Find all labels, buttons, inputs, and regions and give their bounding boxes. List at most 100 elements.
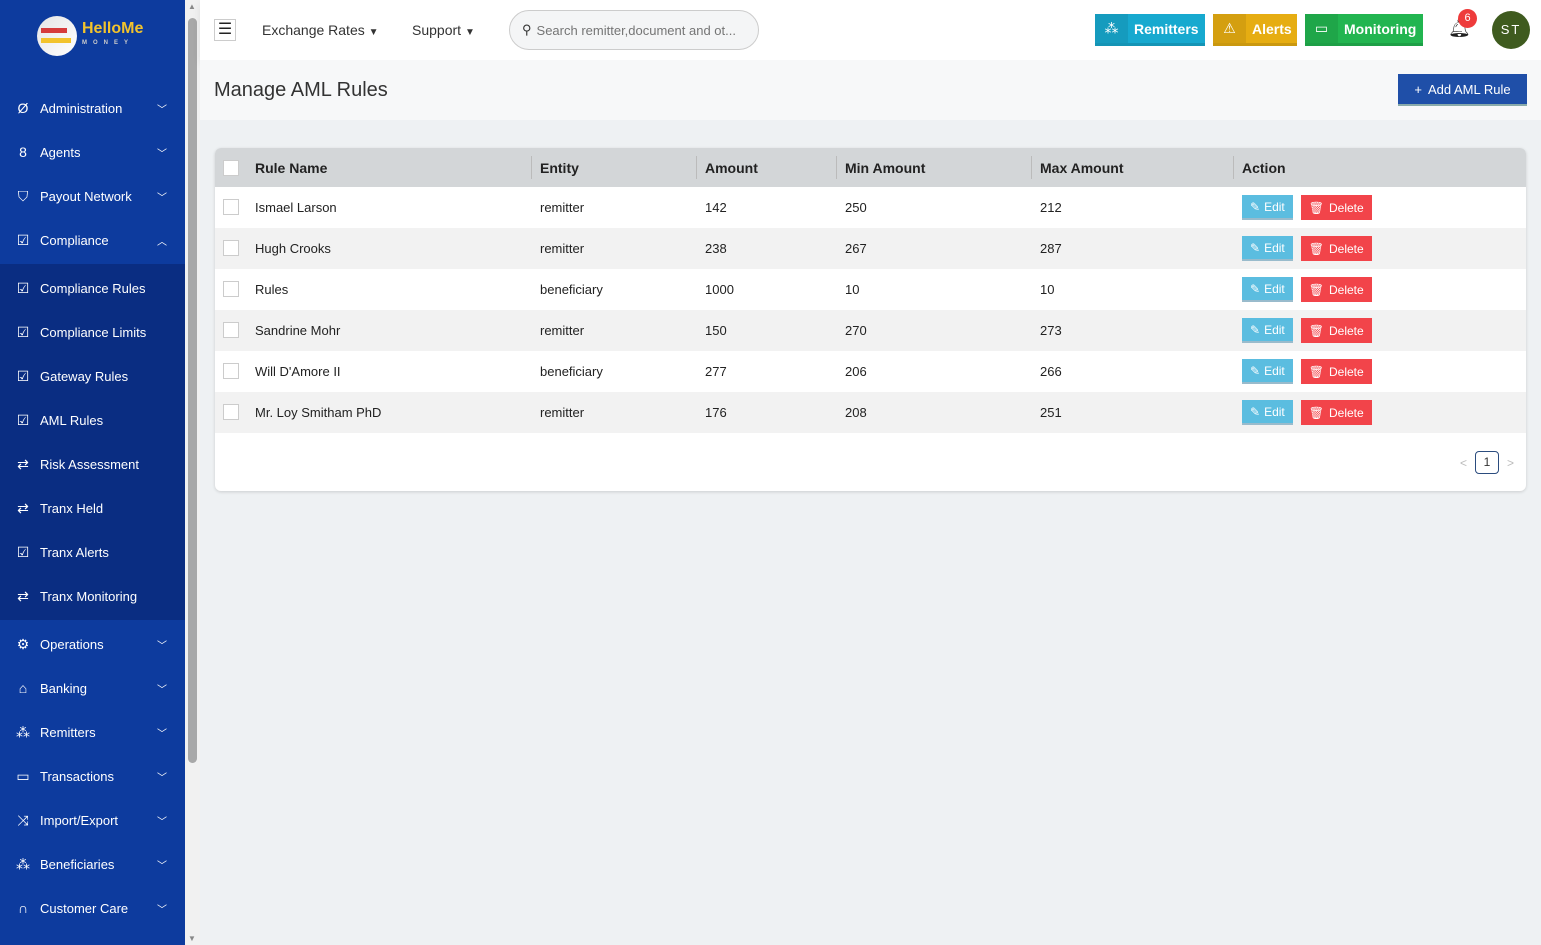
- delete-button[interactable]: 🗑︎ Delete: [1300, 400, 1372, 425]
- delete-button[interactable]: 🗑︎ Delete: [1300, 236, 1372, 261]
- min-amount-cell: 206: [845, 364, 867, 379]
- logo-mark: [37, 16, 77, 56]
- edit-icon: ✎: [1250, 199, 1261, 214]
- edit-button[interactable]: ✎ Edit: [1242, 400, 1293, 425]
- sidebar-item-compliance-rules[interactable]: ☑ Compliance Rules: [0, 266, 185, 310]
- caret-down-icon: ▼: [464, 27, 475, 38]
- exchange-rates-menu[interactable]: Exchange Rates ▼: [262, 22, 379, 38]
- chevron-down-icon: ﹀: [157, 728, 167, 740]
- rule-name-cell: Ismael Larson: [255, 200, 337, 215]
- trash-icon: 🗑︎: [1308, 200, 1324, 215]
- trash-icon: 🗑︎: [1308, 282, 1324, 297]
- warning-icon: ⚠: [1213, 14, 1246, 43]
- sidebar-item-tranx-monitoring[interactable]: ⇄ Tranx Monitoring: [0, 574, 185, 618]
- sidebar-item-import-export[interactable]: ⤨ Import/Export ﹀: [0, 798, 185, 842]
- sidebar-item-compliance-limits[interactable]: ☑ Compliance Limits: [0, 310, 185, 354]
- column-header: Action: [1242, 159, 1286, 176]
- page-1-button[interactable]: 1: [1474, 451, 1499, 474]
- delete-button[interactable]: 🗑︎ Delete: [1300, 277, 1372, 302]
- table-row: Will D'Amore II beneficiary 277 206 266 ✎ Edit…: [215, 351, 1526, 392]
- receipt-icon: ▭: [16, 767, 30, 784]
- plus-icon: +: [1414, 81, 1422, 97]
- avatar[interactable]: ST: [1492, 11, 1530, 49]
- add-aml-rule-button[interactable]: + Add AML Rule: [1398, 74, 1527, 106]
- sidebar-item-label: AML Rules: [40, 412, 104, 428]
- entity-cell: remitter: [540, 323, 585, 338]
- table-row: Sandrine Mohr remitter 150 270 273 ✎ Edit 🗑︎ Del…: [215, 310, 1526, 351]
- sidebar-item-gateway-rules[interactable]: ☑ Gateway Rules: [0, 354, 185, 398]
- sidebar-scrollbar[interactable]: ▲ ▼: [185, 0, 200, 945]
- bank-icon: ⌂: [18, 680, 28, 696]
- caret-down-icon: ▼: [368, 27, 379, 38]
- sidebar-item-risk-assessment[interactable]: ⇄ Risk Assessment: [0, 442, 185, 486]
- search-box[interactable]: ⚲: [509, 10, 759, 50]
- sidebar-item-agents[interactable]: 8 Agents ﹀: [0, 130, 185, 174]
- sidebar-item-banking[interactable]: ⌂ Banking ﹀: [0, 666, 185, 710]
- min-amount-cell: 267: [845, 241, 867, 256]
- edit-button[interactable]: ✎ Edit: [1242, 318, 1293, 343]
- max-amount-cell: 212: [1040, 200, 1062, 215]
- handshake-icon: ⛉: [17, 187, 29, 204]
- sidebar-item-aml-rules[interactable]: ☑ AML Rules: [0, 398, 185, 442]
- sidebar-item-tranx-held[interactable]: ⇄ Tranx Held: [0, 486, 185, 530]
- chevron-down-icon: ﹀: [157, 684, 167, 696]
- remitters-button[interactable]: ⁂ Remitters: [1095, 14, 1205, 46]
- aml-rules-table: Rule Name Entity Amount Min Amount Max Amoun…: [215, 148, 1526, 491]
- sidebar-item-compliance[interactable]: ☑ Compliance ︿: [0, 218, 185, 262]
- prev-page-button[interactable]: <: [1460, 456, 1467, 470]
- menu-toggle-button[interactable]: ☰: [214, 19, 236, 41]
- sidebar-item-remitters[interactable]: ⁂ Remitters ﹀: [0, 710, 185, 754]
- rule-name-cell: Hugh Crooks: [255, 241, 331, 256]
- edit-button[interactable]: ✎ Edit: [1242, 359, 1293, 384]
- sidebar-item-tranx-alerts[interactable]: ☑ Tranx Alerts: [0, 530, 185, 574]
- check-square-icon: ☑: [16, 231, 30, 248]
- column-header: Min Amount: [845, 159, 926, 176]
- sidebar-item-label: Tranx Held: [40, 500, 104, 516]
- shuffle-icon: ⤨: [17, 811, 29, 828]
- amount-cell: 238: [705, 241, 727, 256]
- row-checkbox[interactable]: [223, 281, 239, 297]
- edit-button[interactable]: ✎ Edit: [1242, 277, 1293, 302]
- sidebar-item-payout-network[interactable]: ⛉ Payout Network ﹀: [0, 174, 185, 218]
- arrows-icon: ⇄: [17, 499, 29, 516]
- edit-icon: ✎: [1250, 404, 1261, 419]
- entity-cell: remitter: [540, 241, 585, 256]
- sidebar-item-transactions[interactable]: ▭ Transactions ﹀: [0, 754, 185, 798]
- check-square-icon: ☑: [16, 279, 30, 296]
- monitoring-button[interactable]: ▭ Monitoring: [1305, 14, 1423, 46]
- amount-cell: 277: [705, 364, 727, 379]
- support-menu[interactable]: Support ▼: [412, 22, 475, 38]
- row-checkbox[interactable]: [223, 199, 239, 215]
- sidebar-item-customer-care[interactable]: ∩ Customer Care ﹀: [0, 886, 185, 930]
- next-page-button[interactable]: >: [1507, 456, 1514, 470]
- edit-icon: ✎: [1250, 240, 1261, 255]
- select-all-checkbox[interactable]: [223, 160, 239, 176]
- headset-icon: ∩: [17, 900, 29, 916]
- edit-button[interactable]: ✎ Edit: [1242, 236, 1293, 261]
- delete-button[interactable]: 🗑︎ Delete: [1300, 359, 1372, 384]
- search-icon: ⚲: [522, 22, 532, 37]
- max-amount-cell: 287: [1040, 241, 1062, 256]
- amount-cell: 150: [705, 323, 727, 338]
- row-checkbox[interactable]: [223, 240, 239, 256]
- delete-button[interactable]: 🗑︎ Delete: [1300, 195, 1372, 220]
- topbar: ☰ Exchange Rates ▼ Support ▼ ⚲ ⁂Remitter…: [200, 0, 1541, 60]
- sidebar-item-beneficiaries[interactable]: ⁂ Beneficiaries ﹀: [0, 842, 185, 886]
- sidebar-item-operations[interactable]: ⚙ Operations ﹀: [0, 622, 185, 666]
- edit-button[interactable]: ✎ Edit: [1242, 195, 1293, 220]
- alerts-button[interactable]: ⚠ Alerts: [1213, 14, 1297, 46]
- search-input[interactable]: [536, 22, 747, 38]
- row-checkbox[interactable]: [223, 404, 239, 420]
- chevron-up-icon: ︿: [157, 236, 167, 248]
- row-checkbox[interactable]: [223, 363, 239, 379]
- row-checkbox[interactable]: [223, 322, 239, 338]
- sidebar-item-label: Gateway Rules: [40, 368, 129, 384]
- logo[interactable]: HelloMe MONEY: [37, 16, 143, 56]
- table-row: Rules beneficiary 1000 10 10 ✎ Edit 🗑︎ Delete: [215, 269, 1526, 310]
- arrows-icon: ⇄: [17, 455, 29, 472]
- trash-icon: 🗑︎: [1308, 364, 1324, 379]
- delete-button[interactable]: 🗑︎ Delete: [1300, 318, 1372, 343]
- sidebar-item-administration[interactable]: Ø Administration ﹀: [0, 86, 185, 130]
- edit-icon: ✎: [1250, 281, 1261, 296]
- arrows-icon: ⇄: [17, 587, 29, 604]
